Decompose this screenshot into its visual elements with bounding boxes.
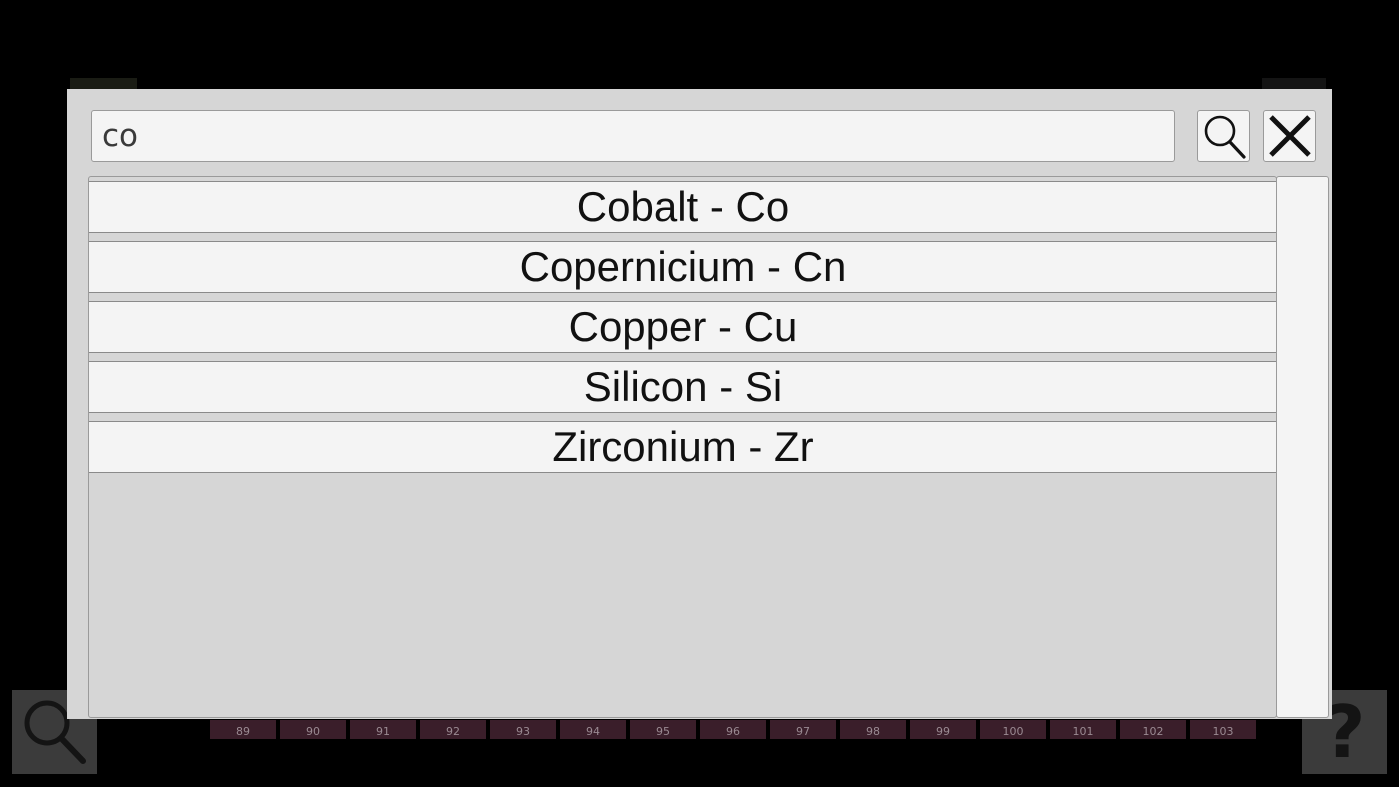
result-item-silicon[interactable]: Silicon - Si <box>89 361 1276 413</box>
search-dialog: Cobalt - Co Copernicium - Cn Copper - Cu… <box>67 89 1332 719</box>
result-item-copernicium[interactable]: Copernicium - Cn <box>89 241 1276 293</box>
search-icon <box>1204 115 1246 159</box>
element-cell[interactable]: 89 <box>210 720 276 739</box>
results-scrollbar[interactable] <box>1276 176 1329 718</box>
element-number-strip: 89 90 91 92 93 94 95 96 97 98 99 100 101… <box>210 720 1256 739</box>
element-cell[interactable]: 102 <box>1120 720 1186 739</box>
close-button[interactable] <box>1263 110 1316 162</box>
element-cell[interactable]: 98 <box>840 720 906 739</box>
search-button[interactable] <box>1197 110 1250 162</box>
app-screen: 89 90 91 92 93 94 95 96 97 98 99 100 101… <box>0 0 1399 787</box>
element-cell[interactable]: 93 <box>490 720 556 739</box>
result-item-copper[interactable]: Copper - Cu <box>89 301 1276 353</box>
element-cell[interactable]: 101 <box>1050 720 1116 739</box>
element-cell[interactable]: 94 <box>560 720 626 739</box>
results-list: Cobalt - Co Copernicium - Cn Copper - Cu… <box>88 176 1277 718</box>
element-cell[interactable]: 92 <box>420 720 486 739</box>
element-cell[interactable]: 103 <box>1190 720 1256 739</box>
element-cell[interactable]: 97 <box>770 720 836 739</box>
element-cell[interactable]: 99 <box>910 720 976 739</box>
element-cell[interactable]: 90 <box>280 720 346 739</box>
element-cell[interactable]: 100 <box>980 720 1046 739</box>
result-item-zirconium[interactable]: Zirconium - Zr <box>89 421 1276 473</box>
element-cell[interactable]: 95 <box>630 720 696 739</box>
result-item-cobalt[interactable]: Cobalt - Co <box>89 181 1276 233</box>
search-input[interactable] <box>91 110 1175 162</box>
element-cell[interactable]: 96 <box>700 720 766 739</box>
close-icon <box>1268 115 1311 157</box>
element-cell[interactable]: 91 <box>350 720 416 739</box>
